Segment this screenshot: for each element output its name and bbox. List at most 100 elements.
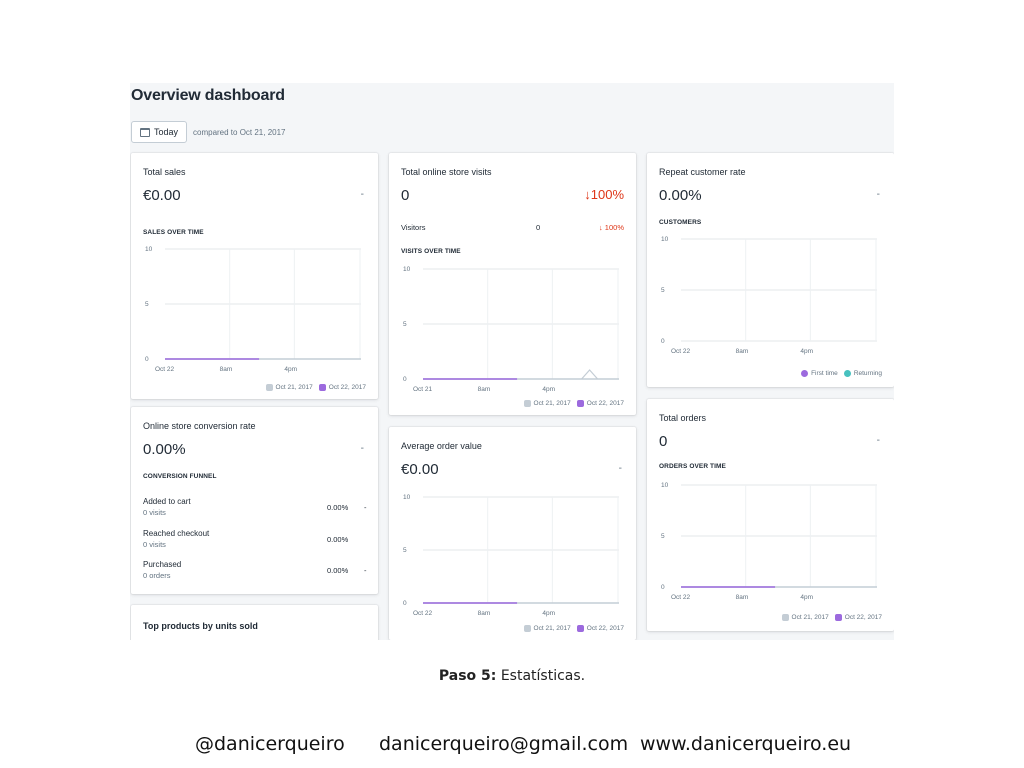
legend-swatch-current <box>318 384 326 391</box>
change-indicator: - <box>876 435 880 446</box>
date-range-label: Today <box>154 127 179 137</box>
legend-label: Oct 21, 2017 <box>533 625 571 632</box>
legend-swatch-prev <box>523 400 531 407</box>
y-tick-label: 0 <box>661 584 665 591</box>
x-tick-label: 4pm <box>284 366 297 373</box>
x-tick-label: 8am <box>736 594 749 601</box>
card-title: Total sales <box>143 167 186 177</box>
total-sales-card[interactable]: Total sales €0.00 - SALES OVER TIME 10 5 0… <box>131 153 378 399</box>
chart-svg: 10 5 0 Oct 21 8am 4pm <box>403 266 619 393</box>
legend-swatch-current <box>834 614 842 621</box>
visitors-label: Visitors <box>401 223 426 232</box>
change-indicator: - <box>360 443 364 454</box>
x-tick-label: 8am <box>478 610 491 617</box>
sales-over-time-chart: 10 5 0 Oct 22 8am 4pm <box>141 243 363 373</box>
chart-label: CUSTOMERS <box>659 219 702 226</box>
comparison-text: compared to Oct 21, 2017 <box>193 128 286 137</box>
chart-label: VISITS OVER TIME <box>401 248 461 255</box>
funnel-row-change: - <box>364 566 367 575</box>
card-value: €0.00 <box>401 461 439 478</box>
card-title: Total online store visits <box>401 167 492 177</box>
footer-email: danicerqueiro@gmail.com <box>379 733 629 755</box>
chart-svg: 10 5 0 Oct 22 8am 4pm <box>661 236 877 355</box>
card-title: Online store conversion rate <box>143 421 256 431</box>
date-range-button[interactable]: Today <box>131 121 187 143</box>
card-value: 0.00% <box>659 187 702 204</box>
legend-label: First time <box>811 370 838 377</box>
y-tick-label: 5 <box>661 533 665 540</box>
card-title: Top products by units sold <box>143 621 258 631</box>
change-indicator: - <box>618 463 622 474</box>
y-tick-label: 10 <box>403 494 411 501</box>
average-order-value-chart: 10 5 0 Oct 22 8am 4pm <box>399 491 621 617</box>
funnel-row-value: 0.00% <box>327 566 349 575</box>
visits-over-time-chart: 10 5 0 Oct 21 8am 4pm <box>399 263 621 393</box>
y-tick-label: 10 <box>145 246 153 253</box>
card-value: 0.00% <box>143 441 186 458</box>
total-orders-card[interactable]: Total orders 0 - ORDERS OVER TIME 10 5 0 Oc… <box>647 399 894 631</box>
change-indicator: ↓100% <box>584 187 624 202</box>
caption-step: Paso 5: <box>438 668 497 684</box>
conversion-rate-card[interactable]: Online store conversion rate 0.00% - CON… <box>131 407 378 594</box>
x-tick-label: 4pm <box>800 348 813 355</box>
x-tick-label: Oct 22 <box>413 610 433 617</box>
y-tick-label: 0 <box>145 356 149 363</box>
slide-caption: Paso 5: Estatísticas. <box>0 668 1024 684</box>
funnel-row-label: Purchased <box>143 560 182 569</box>
y-tick-label: 10 <box>403 266 411 273</box>
legend-swatch-first-time <box>801 370 809 377</box>
y-tick-label: 0 <box>403 600 407 607</box>
x-tick-label: Oct 22 <box>155 366 175 373</box>
legend-swatch-prev <box>523 625 531 632</box>
chart-svg: 10 5 0 Oct 22 8am 4pm <box>661 482 877 601</box>
x-tick-label: 8am <box>478 386 491 393</box>
x-tick-label: Oct 21 <box>413 386 433 393</box>
chart-label: SALES OVER TIME <box>143 229 204 236</box>
x-tick-label: 4pm <box>542 386 555 393</box>
chart-svg: 10 5 0 Oct 22 8am 4pm <box>145 246 361 373</box>
card-title: Total orders <box>659 413 707 423</box>
legend-swatch-current <box>576 400 584 407</box>
funnel-row-label: Reached checkout <box>143 529 210 538</box>
x-tick-label: 8am <box>220 366 233 373</box>
legend-swatch-current <box>576 625 584 632</box>
card-value: €0.00 <box>143 187 181 204</box>
funnel-row-sub: 0 visits <box>143 508 166 517</box>
top-products-card[interactable]: Top products by units sold <box>131 605 378 640</box>
card-value: 0 <box>401 187 410 204</box>
y-tick-label: 5 <box>403 321 407 328</box>
y-tick-label: 5 <box>403 547 407 554</box>
y-tick-label: 0 <box>403 376 407 383</box>
footer-handle: @danicerqueiro <box>195 733 345 755</box>
page-title: Overview dashboard <box>131 87 285 104</box>
x-tick-label: 8am <box>736 348 749 355</box>
legend-label: Oct 21, 2017 <box>791 614 829 621</box>
chart-legend: Oct 21, 2017 Oct 22, 2017 <box>523 625 624 632</box>
y-tick-label: 10 <box>661 482 669 489</box>
series-peak-prev <box>581 369 599 380</box>
funnel-row-sub: 0 visits <box>143 540 166 549</box>
funnel-row-sub: 0 orders <box>143 571 171 580</box>
card-value: 0 <box>659 433 668 450</box>
y-tick-label: 5 <box>145 301 149 308</box>
chart-legend: First time Returning <box>801 370 882 377</box>
y-tick-label: 10 <box>661 236 669 243</box>
calendar-icon <box>140 127 150 137</box>
visitors-change: ↓ 100% <box>598 223 624 232</box>
average-order-value-card[interactable]: Average order value €0.00 - 10 5 0 Oct 22 8a… <box>389 427 636 640</box>
chart-label: ORDERS OVER TIME <box>659 463 726 470</box>
x-tick-label: 4pm <box>800 594 813 601</box>
change-indicator: - <box>876 189 880 200</box>
caption-text: Estatísticas. <box>496 668 586 684</box>
online-store-visits-card[interactable]: Total online store visits 0 ↓100% Visito… <box>389 153 636 415</box>
funnel-row-change: - <box>364 503 367 512</box>
customers-chart: 10 5 0 Oct 22 8am 4pm <box>657 233 879 355</box>
legend-label: Oct 21, 2017 <box>275 384 313 391</box>
legend-label: Oct 22, 2017 <box>328 384 366 391</box>
funnel-row-value: 0.00% <box>327 503 349 512</box>
repeat-customer-rate-card[interactable]: Repeat customer rate 0.00% - CUSTOMERS 1… <box>647 153 894 387</box>
footer-website: www.danicerqueiro.eu <box>640 733 852 755</box>
legend-swatch-prev <box>781 614 789 621</box>
funnel-label: CONVERSION FUNNEL <box>143 473 217 480</box>
change-indicator: - <box>360 189 364 200</box>
